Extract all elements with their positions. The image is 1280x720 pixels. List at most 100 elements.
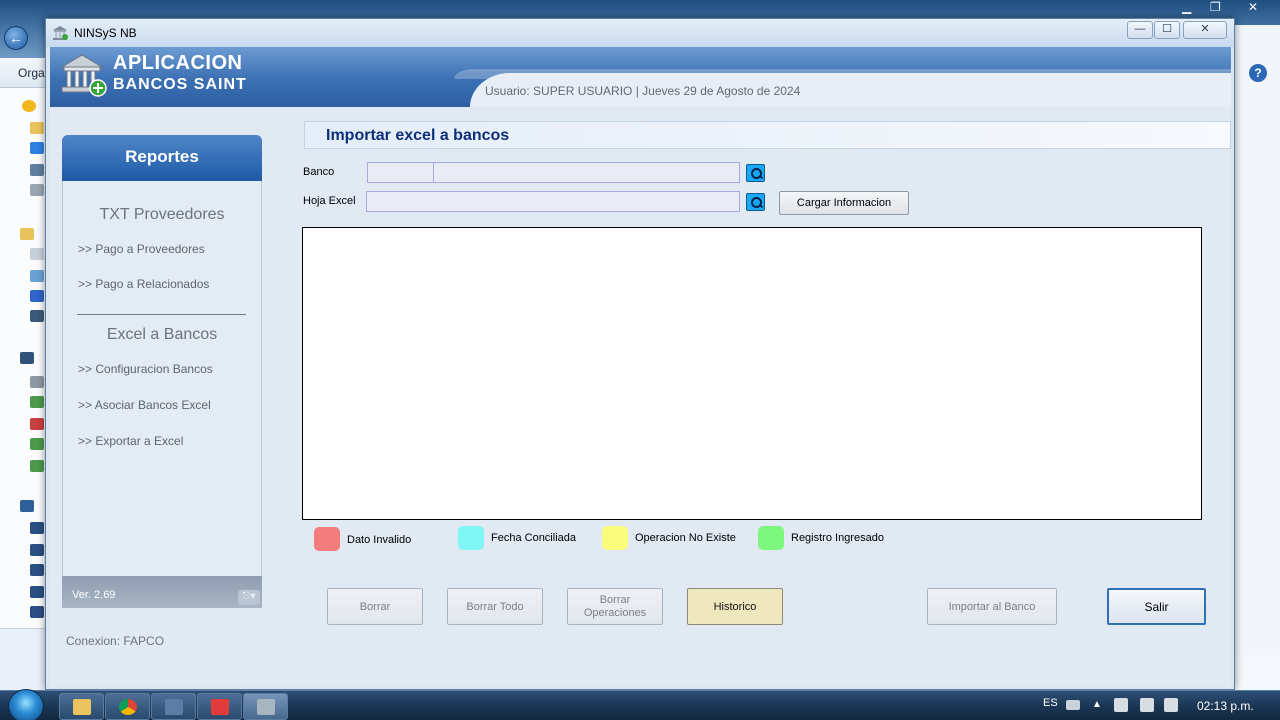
explorer-minimize-icon[interactable]: ▁	[1182, 0, 1191, 18]
bank-logo-icon	[60, 54, 107, 97]
bank-icon	[257, 699, 275, 715]
clock[interactable]: 02:13 p.m.	[1197, 699, 1254, 713]
borrar-todo-button[interactable]: Borrar Todo	[447, 588, 543, 625]
borrar-button[interactable]: Borrar	[327, 588, 423, 625]
tray-expand-icon[interactable]: ▲	[1092, 699, 1102, 710]
explorer-details-pane	[0, 628, 48, 690]
explorer-nav-pane	[0, 88, 46, 628]
conexion-label: Conexion: FAPCO	[66, 634, 165, 648]
documents-icon	[30, 248, 44, 260]
network-group-icon	[20, 500, 34, 512]
volume-muted-icon[interactable]	[1114, 698, 1128, 712]
network-drive-icon	[30, 438, 44, 450]
window-title: NINSyS NB	[74, 26, 137, 40]
sidebar: Reportes TXT Proveedores >> Pago a Prove…	[62, 135, 262, 608]
language-indicator[interactable]: ES	[1043, 697, 1058, 709]
borrar-operaciones-button[interactable]: Borrar Operaciones	[567, 588, 663, 625]
bank-icon	[53, 26, 68, 40]
collapse-icon[interactable]: ⎋▾	[238, 590, 260, 605]
taskbar-remote-desktop[interactable]	[151, 693, 196, 720]
link-pago-proveedores[interactable]: >> Pago a Proveedores	[78, 242, 205, 256]
salir-button[interactable]: Salir	[1107, 588, 1206, 625]
sidebar-footer: Ver. 2.69 ⎋▾	[62, 576, 262, 608]
legend-swatch-cyan	[458, 526, 484, 550]
legend-swatch-red	[314, 527, 340, 551]
app-header: APLICACION BANCOS SAINT Usuario: SUPER U…	[50, 47, 1231, 107]
computer-node-icon	[30, 586, 44, 598]
legend-swatch-green	[758, 526, 784, 550]
remote-desktop-icon	[165, 699, 183, 715]
link-pago-relacionados[interactable]: >> Pago a Relacionados	[78, 277, 209, 291]
videos-icon	[30, 310, 44, 322]
taskbar-anydesk[interactable]	[197, 693, 242, 720]
banco-search-icon[interactable]	[746, 164, 765, 182]
computer-node-icon	[30, 544, 44, 556]
taskbar-ninsys[interactable]	[243, 693, 288, 720]
network-icon[interactable]	[1164, 698, 1178, 712]
favorites-star-icon	[22, 100, 36, 112]
app-content: APLICACION BANCOS SAINT Usuario: SUPER U…	[50, 47, 1231, 687]
banco-name-field[interactable]	[433, 162, 740, 183]
legend-swatch-yellow	[602, 526, 628, 550]
computer-node-icon	[30, 564, 44, 576]
hoja-excel-field[interactable]	[366, 191, 740, 212]
network-drive-icon	[30, 396, 44, 408]
hoja-excel-search-icon[interactable]	[746, 193, 765, 211]
folder-icon	[30, 122, 44, 134]
computer-node-icon	[30, 522, 44, 534]
chrome-icon	[119, 699, 137, 715]
app-window: NINSyS NB — ☐ ✕ APLICACION BANCOS SAINT	[45, 18, 1235, 690]
importar-banco-button[interactable]: Importar al Banco	[927, 588, 1057, 625]
main-title-bar: Importar excel a bancos	[304, 121, 1231, 149]
help-icon[interactable]: ?	[1249, 64, 1267, 82]
start-button[interactable]	[8, 689, 44, 720]
taskbar-explorer[interactable]	[59, 693, 104, 720]
historico-button[interactable]: Historico	[687, 588, 783, 625]
action-center-icon[interactable]	[1140, 698, 1154, 712]
sidebar-divider	[77, 314, 246, 315]
user-info: Usuario: SUPER USUARIO | Jueves 29 de Ag…	[485, 84, 801, 98]
pictures-icon	[30, 270, 44, 282]
anydesk-icon	[211, 699, 229, 715]
folder-icon	[73, 699, 91, 715]
network-icon	[30, 184, 44, 196]
maximize-button[interactable]: ☐	[1154, 21, 1180, 39]
explorer-right-edge	[1234, 25, 1280, 655]
legend-label: Dato Invalido	[347, 534, 412, 546]
explorer-close-icon[interactable]: ✕	[1248, 0, 1258, 18]
desktop-icon	[30, 164, 44, 176]
legend-label: Registro Ingresado	[791, 532, 884, 544]
organize-menu[interactable]: Orga	[18, 66, 45, 80]
app-titlebar[interactable]: NINSyS NB — ☐ ✕	[46, 19, 1234, 47]
disconnected-drive-icon	[30, 418, 44, 430]
data-grid[interactable]	[302, 227, 1202, 520]
link-configuracion-bancos[interactable]: >> Configuracion Bancos	[78, 362, 213, 376]
dropbox-icon	[30, 142, 44, 154]
borrar-operaciones-line2: Operaciones	[583, 606, 647, 619]
page-title: Importar excel a bancos	[326, 127, 510, 144]
taskbar: ES ▲ 02:13 p.m.	[0, 689, 1280, 720]
back-arrow-icon[interactable]: ←	[4, 26, 28, 50]
minimize-button[interactable]: —	[1127, 21, 1153, 39]
cargar-informacion-button[interactable]: Cargar Informacion	[779, 191, 909, 215]
taskbar-chrome[interactable]	[105, 693, 150, 720]
banco-label: Banco	[303, 166, 335, 178]
section-excel-bancos: Excel a Bancos	[106, 326, 218, 343]
link-exportar-excel[interactable]: >> Exportar a Excel	[78, 434, 183, 448]
close-button[interactable]: ✕	[1183, 21, 1227, 39]
music-icon	[30, 290, 44, 302]
link-asociar-bancos-excel[interactable]: >> Asociar Bancos Excel	[78, 398, 211, 412]
hoja-excel-label: Hoja Excel	[303, 195, 356, 207]
computer-node-icon	[30, 606, 44, 618]
drive-icon	[30, 376, 44, 388]
banco-code-field[interactable]	[367, 162, 434, 183]
libraries-icon	[20, 228, 34, 240]
app-name-line1: APLICACION	[113, 52, 243, 74]
legend-label: Fecha Conciliada	[491, 532, 576, 544]
network-drive-icon	[30, 460, 44, 472]
keyboard-icon[interactable]	[1066, 700, 1080, 710]
version-label: Ver. 2.69	[72, 589, 116, 601]
app-name-line2: BANCOS SAINT	[113, 76, 247, 93]
sidebar-title: Reportes	[62, 135, 262, 181]
explorer-maximize-icon[interactable]: ❐	[1210, 0, 1221, 18]
